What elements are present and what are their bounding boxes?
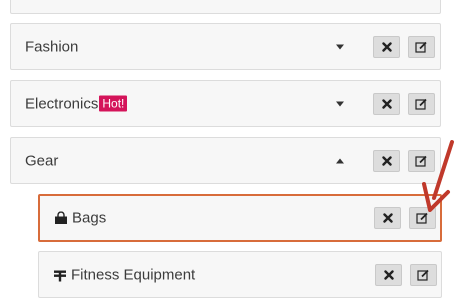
delete-button[interactable]: [375, 263, 402, 286]
delete-button[interactable]: [374, 207, 401, 229]
delete-button[interactable]: [373, 149, 400, 172]
category-label: Gear: [25, 152, 59, 169]
edit-button[interactable]: [408, 35, 435, 58]
subcategory-label-text: Fitness Equipment: [71, 266, 196, 283]
delete-button[interactable]: [373, 35, 400, 58]
close-icon: [381, 98, 392, 109]
category-label: Electronics Hot!: [25, 95, 128, 112]
edit-icon: [417, 269, 429, 281]
shopping-bag-icon: [54, 211, 68, 225]
edit-icon: [415, 155, 427, 167]
close-icon: [382, 213, 393, 223]
subcategory-label: Fitness Equipment: [53, 266, 195, 283]
category-label: Fashion: [25, 38, 79, 55]
edit-icon: [416, 212, 428, 224]
fitness-icon: [53, 268, 67, 281]
subcategory-label: Bags: [54, 210, 106, 227]
caret-down-icon[interactable]: [336, 101, 344, 106]
edit-icon: [415, 98, 427, 110]
category-row-electronics[interactable]: Electronics Hot!: [10, 80, 441, 127]
caret-up-icon[interactable]: [336, 158, 344, 163]
subcategory-row-fitness-equipment[interactable]: Fitness Equipment: [38, 251, 442, 298]
category-row-partial: [10, 0, 441, 14]
subcategory-row-bags[interactable]: Bags: [38, 194, 442, 242]
edit-button[interactable]: [409, 207, 436, 229]
hot-badge: Hot!: [99, 95, 128, 112]
category-row-fashion[interactable]: Fashion: [10, 23, 441, 70]
caret-down-icon[interactable]: [336, 44, 344, 49]
subcategory-label-text: Bags: [72, 209, 107, 227]
edit-button[interactable]: [410, 263, 437, 286]
close-icon: [383, 269, 394, 280]
edit-icon: [415, 41, 427, 53]
close-icon: [381, 155, 392, 166]
category-label-text: Electronics: [25, 95, 99, 112]
edit-button[interactable]: [408, 149, 435, 172]
close-icon: [381, 41, 392, 52]
edit-button[interactable]: [408, 92, 435, 115]
category-row-gear[interactable]: Gear: [10, 137, 441, 184]
delete-button[interactable]: [373, 92, 400, 115]
